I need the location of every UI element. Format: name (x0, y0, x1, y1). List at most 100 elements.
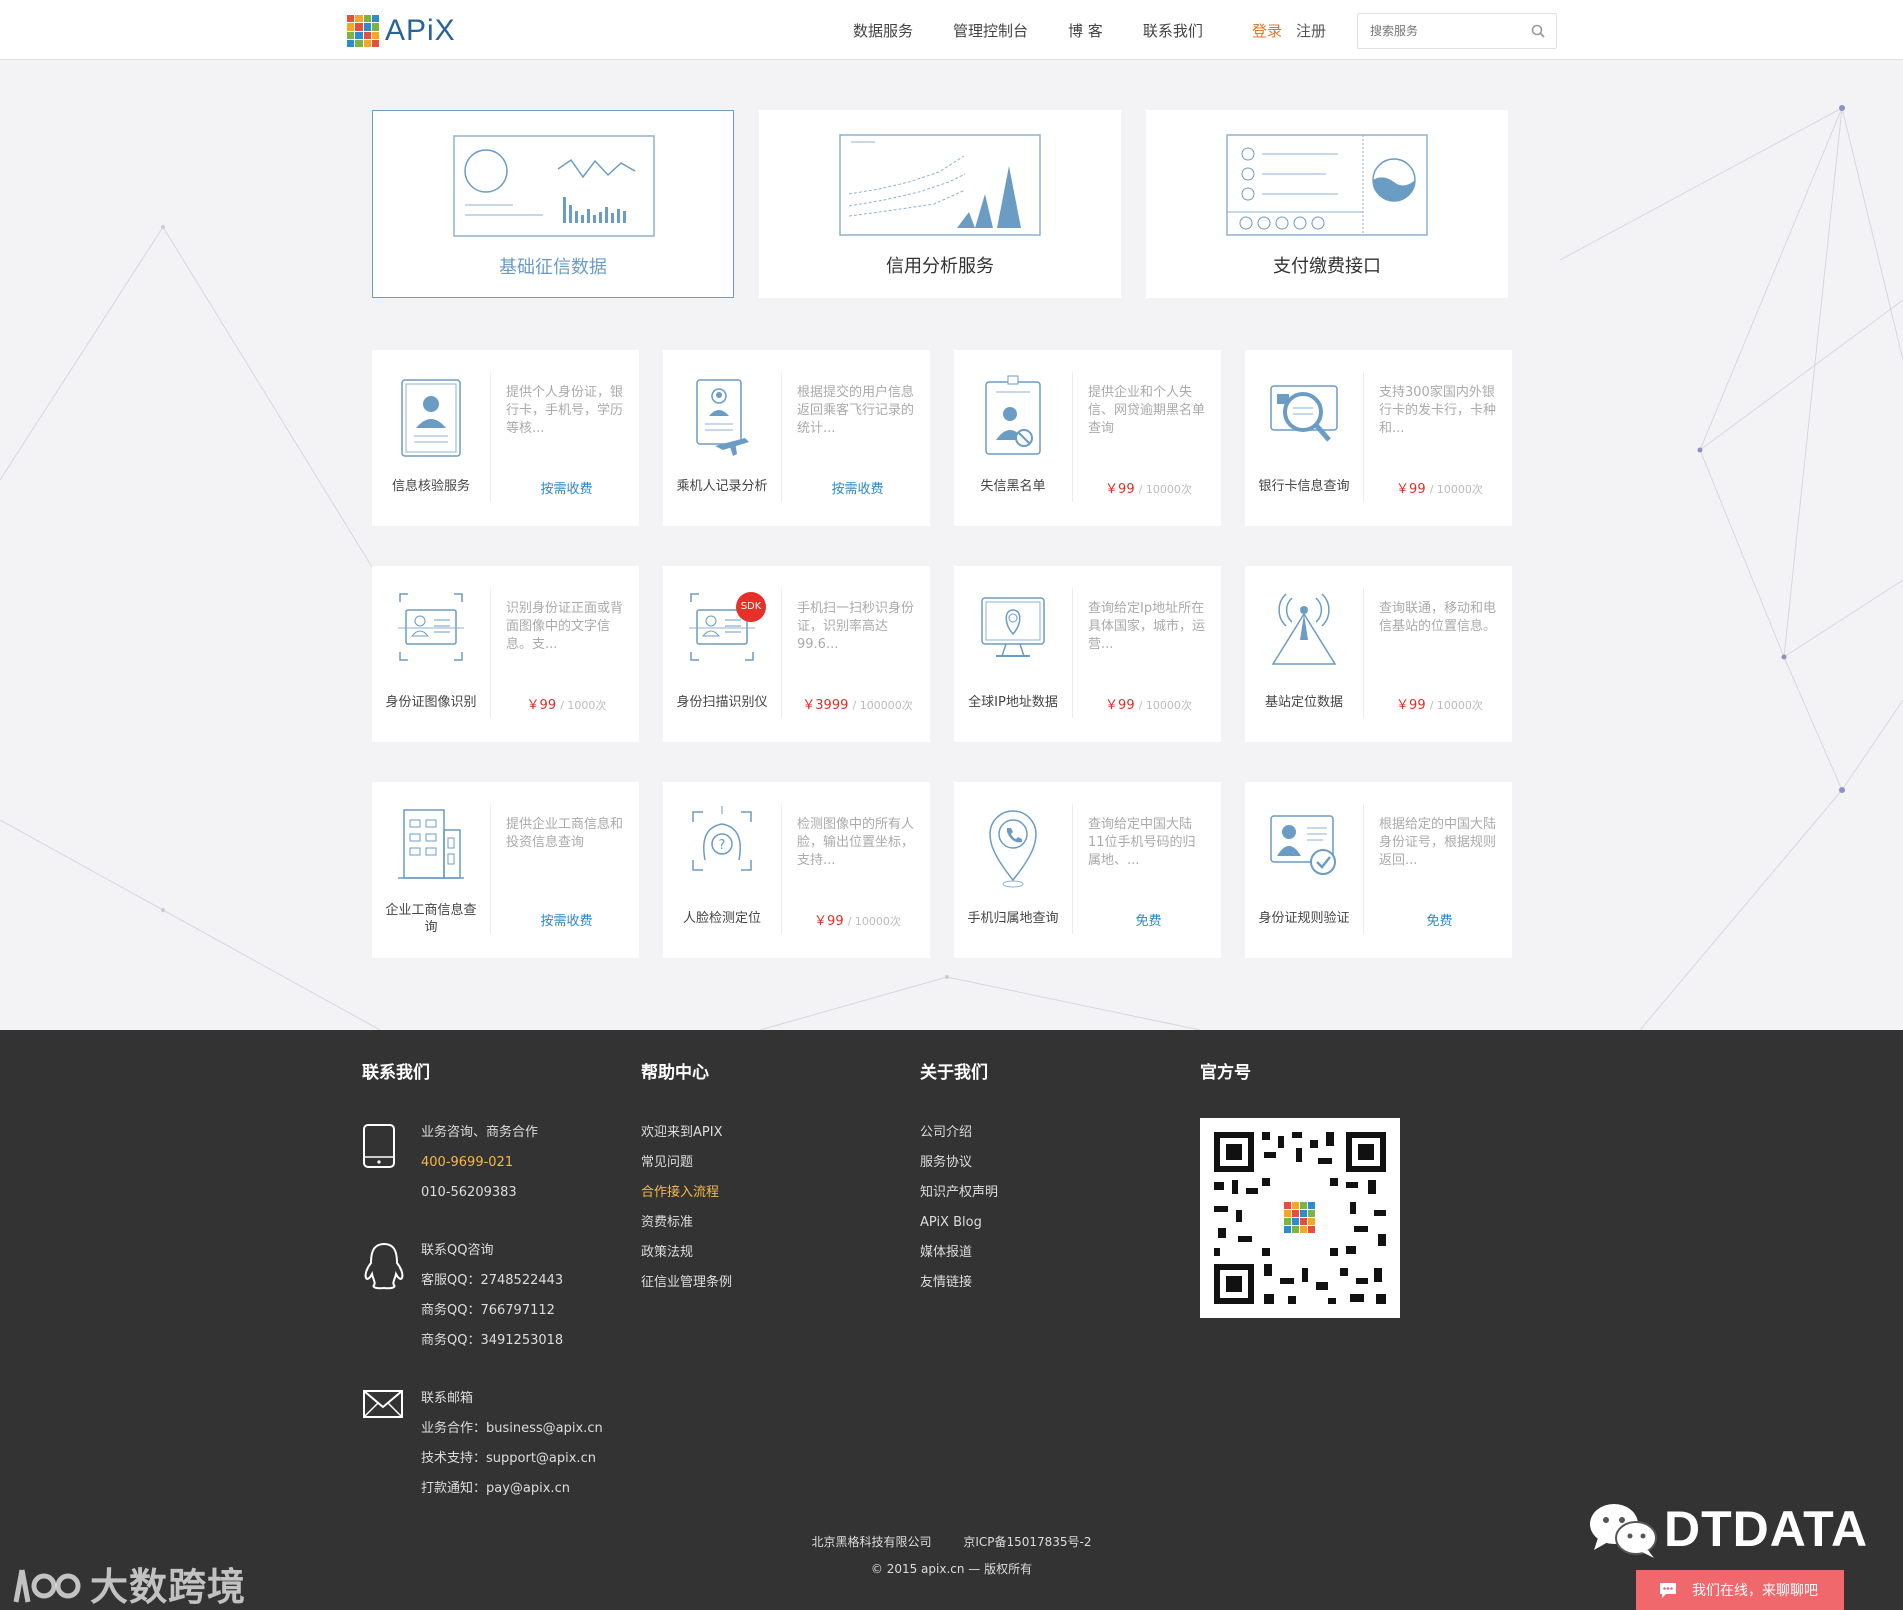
category-basic-credit-data[interactable]: 基础征信数据 (372, 110, 734, 298)
service-name: 身份证图像识别 (385, 695, 477, 710)
contact-email-line[interactable]: 技术支持：support@apix.cn (421, 1449, 603, 1479)
service-name: 信息核验服务 (391, 479, 470, 494)
qr-code-image (1200, 1118, 1400, 1318)
register-link[interactable]: 注册 (1296, 20, 1326, 41)
search-icon[interactable] (1530, 23, 1546, 39)
nav-console[interactable]: 管理控制台 (953, 20, 1028, 41)
service-tile[interactable]: ? 人脸检测定位 检测图像中的所有人脸，输出位置坐标，支持... ￥99 / 1… (663, 782, 930, 958)
watermark-left: 大数跨境 (12, 1556, 246, 1610)
credit-analysis-illustration-icon (839, 134, 1041, 236)
service-tile[interactable]: 失信黑名单 提供企业和个人失信、网贷逾期黑名单查询 ￥99 / 10000次 (954, 350, 1221, 526)
footer-contact-column: 联系我们 业务咨询、商务合作 400-9699-021 010-56209383… (362, 1058, 603, 1537)
live-chat-label: 我们在线，来聊聊吧 (1692, 1583, 1818, 1599)
footer-contact-title: 联系我们 (362, 1063, 430, 1083)
service-price: ￥99 / 10000次 (1396, 482, 1483, 497)
contact-email-line[interactable]: 打款通知：pay@apix.cn (421, 1479, 603, 1509)
sdk-badge: SDK (736, 592, 766, 622)
live-chat-button[interactable]: 我们在线，来聊聊吧 (1636, 1570, 1844, 1610)
service-tile[interactable]: 身份证规则验证 根据给定的中国大陆身份证号，根据规则返回... 免费 (1245, 782, 1512, 958)
footer-link-pricing[interactable]: 资费标准 (641, 1213, 732, 1243)
company-name: 北京黑格科技有限公司 (811, 1535, 932, 1549)
category-label: 支付缴费接口 (1273, 256, 1381, 277)
envelope-icon (363, 1390, 403, 1418)
service-price: ￥99 / 10000次 (1105, 698, 1192, 713)
contact-qq-line[interactable]: 商务QQ：3491253018 (421, 1331, 603, 1361)
service-description: 根据提交的用户信息返回乘客飞行记录的统计... (797, 385, 915, 436)
service-tile[interactable]: 全球IP地址数据 查询给定Ip地址所在具体国家，城市，运营... ￥99 / 1… (954, 566, 1221, 742)
footer-link-ip-statement[interactable]: 知识产权声明 (920, 1183, 998, 1213)
service-price: 按需收费 (540, 914, 593, 929)
service-tile[interactable]: 银行卡信息查询 支持300家国内外银行卡的发卡行，卡种和... ￥99 / 10… (1245, 350, 1512, 526)
service-name: 基站定位数据 (1264, 695, 1343, 710)
login-link[interactable]: 登录 (1252, 20, 1282, 41)
mobile-phone-icon (363, 1124, 395, 1168)
service-tile[interactable]: 乘机人记录分析 根据提交的用户信息返回乘客飞行记录的统计... 按需收费 (663, 350, 930, 526)
service-tile[interactable]: 基站定位数据 查询联通，移动和电信基站的位置信息。 ￥99 / 10000次 (1245, 566, 1512, 742)
footer-link-blog[interactable]: APiX Blog (920, 1213, 998, 1243)
nav-blog[interactable]: 博 客 (1068, 20, 1103, 41)
contact-email-label: 联系邮箱 (421, 1391, 474, 1406)
phone-location-icon (989, 810, 1037, 888)
footer-link-integration-process[interactable]: 合作接入流程 (641, 1183, 732, 1213)
passenger-flight-icon (696, 379, 749, 456)
service-name: 银行卡信息查询 (1258, 479, 1350, 494)
footer-link-friends[interactable]: 友情链接 (920, 1273, 998, 1303)
nav-contact[interactable]: 联系我们 (1143, 20, 1203, 41)
face-detection-icon: ? (692, 806, 752, 871)
copyright: © 2015 apix.cn — 版权所有 (870, 1562, 1033, 1576)
category-credit-analysis[interactable]: 信用分析服务 (759, 110, 1121, 298)
footer-link-regulations[interactable]: 政策法规 (641, 1243, 732, 1273)
footer-about-column: 关于我们 公司介绍 服务协议 知识产权声明 APiX Blog 媒体报道 友情链… (920, 1058, 998, 1303)
service-price: 免费 (1135, 914, 1162, 929)
contact-tel: 010-56209383 (421, 1185, 517, 1200)
svg-text:?: ? (719, 838, 726, 853)
contact-qq-label: 联系QQ咨询 (421, 1243, 494, 1258)
service-price: 免费 (1426, 914, 1453, 929)
service-description: 提供个人身份证，银行卡，手机号，学历等核... (506, 385, 624, 436)
footer-link-welcome[interactable]: 欢迎来到APIX (641, 1123, 732, 1153)
watermark-logo-icon (13, 1569, 81, 1602)
footer-link-company-intro[interactable]: 公司介绍 (920, 1123, 998, 1153)
footer-link-service-agreement[interactable]: 服务协议 (920, 1153, 998, 1183)
contact-email-line[interactable]: 业务合作：business@apix.cn (421, 1419, 603, 1449)
service-name: 身份证规则验证 (1258, 911, 1350, 926)
footer-official-column: 官方号 (1200, 1058, 1251, 1123)
service-tile[interactable]: 信息核验服务 提供个人身份证，银行卡，手机号，学历等核... 按需收费 (372, 350, 639, 526)
service-description: 提供企业和个人失信、网贷逾期黑名单查询 (1088, 385, 1206, 436)
payment-illustration-icon (1226, 134, 1428, 236)
service-price: ￥99 / 10000次 (1105, 482, 1192, 497)
service-tile[interactable]: 手机归属地查询 查询给定中国大陆11位手机号码的归属地、... 免费 (954, 782, 1221, 958)
watermark-left-text: 大数跨境 (90, 1565, 247, 1609)
contact-phone-block: 业务咨询、商务合作 400-9699-021 010-56209383 (362, 1123, 603, 1213)
footer-link-media[interactable]: 媒体报道 (920, 1243, 998, 1273)
apix-logo[interactable]: APiX (347, 15, 456, 47)
search-input[interactable] (1358, 14, 1518, 48)
contact-qq-line[interactable]: 商务QQ：766797112 (421, 1301, 603, 1331)
signal-tower-icon (1271, 593, 1337, 665)
service-description: 查询联通，移动和电信基站的位置信息。 (1379, 601, 1497, 634)
category-label: 基础征信数据 (499, 257, 607, 278)
category-payment-api[interactable]: 支付缴费接口 (1146, 110, 1508, 298)
wechat-qr-code (1200, 1118, 1400, 1318)
contact-hotline[interactable]: 400-9699-021 (421, 1153, 603, 1183)
nav-data-services[interactable]: 数据服务 (853, 20, 913, 41)
footer-link-credit-rules[interactable]: 征信业管理条例 (641, 1273, 732, 1303)
footer-link-faq[interactable]: 常见问题 (641, 1153, 732, 1183)
auth-links: 登录 注册 (1252, 0, 1326, 60)
service-name: 企业工商信息查询 (385, 903, 477, 935)
service-tile[interactable]: 身份证图像识别 识别身份证正面或背面图像中的文字信息。支... ￥99 / 10… (372, 566, 639, 742)
contact-qq-line[interactable]: 客服QQ：2748522443 (421, 1271, 603, 1301)
service-price: ￥99 / 10000次 (814, 914, 901, 929)
service-tile[interactable]: SDK 身份扫描识别仪 手机扫一扫秒识身份证，识别率高达99.6... ￥399… (663, 566, 930, 742)
contact-phone-label: 业务咨询、商务合作 (421, 1125, 539, 1140)
footer-official-title: 官方号 (1200, 1063, 1251, 1083)
icp-number[interactable]: 京ICP备15017835号-2 (963, 1535, 1091, 1549)
service-tile[interactable]: 企业工商信息查询 提供企业工商信息和投资信息查询 按需收费 (372, 782, 639, 958)
main-nav: 数据服务 管理控制台 博 客 联系我们 (853, 0, 1243, 60)
service-description: 手机扫一扫秒识身份证，识别率高达99.6... (797, 601, 915, 652)
blacklist-person-icon (985, 375, 1041, 455)
service-price: 按需收费 (831, 482, 884, 497)
ip-monitor-icon (981, 597, 1045, 657)
footer-help-title: 帮助中心 (641, 1063, 709, 1083)
service-description: 查询给定中国大陆11位手机号码的归属地、... (1088, 817, 1196, 868)
